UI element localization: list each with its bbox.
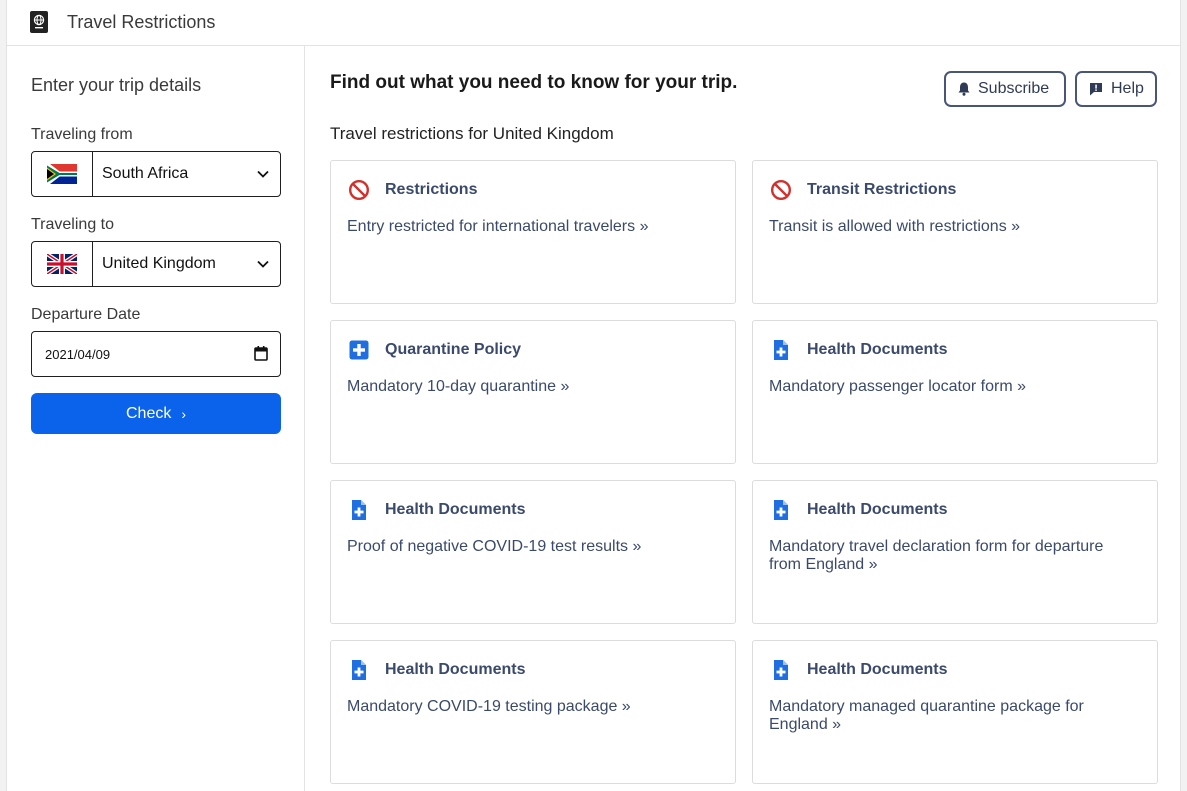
health-document-icon [770, 499, 792, 521]
restriction-card: Health Documents Mandatory COVID-19 testi… [330, 640, 736, 784]
health-document-icon [348, 499, 370, 521]
passport-icon [30, 11, 48, 33]
traveling-from-label: Traveling from [31, 126, 133, 143]
sidebar-heading: Enter your trip details [31, 75, 202, 95]
card-details-link[interactable]: Mandatory managed quarantine package for… [769, 698, 1139, 734]
card-title: Restrictions [385, 181, 478, 198]
restriction-card: Restrictions Entry restricted for interna… [330, 160, 736, 304]
traveling-from-value: South Africa [102, 165, 189, 182]
page-title: Find out what you need to know for your … [330, 72, 738, 93]
check-button[interactable]: Check › [31, 393, 281, 434]
restriction-card: Health Documents Mandatory travel declara… [752, 480, 1158, 624]
restriction-card: Health Documents Mandatory passenger loca… [752, 320, 1158, 464]
departure-date-input[interactable]: 2021/04/09 [31, 331, 281, 377]
medical-plus-icon [348, 339, 370, 361]
no-entry-icon [348, 179, 370, 201]
health-document-icon [348, 659, 370, 681]
traveling-to-label: Traveling to [31, 216, 114, 233]
card-title: Health Documents [807, 341, 948, 358]
health-document-icon [770, 659, 792, 681]
card-title: Health Documents [385, 501, 526, 518]
results-subtitle: Travel restrictions for United Kingdom [330, 124, 614, 143]
card-details-link[interactable]: Mandatory passenger locator form » [769, 378, 1139, 396]
subscribe-label: Subscribe [978, 80, 1050, 97]
chevron-right-icon: › [181, 405, 187, 422]
restriction-card: Transit Restrictions Transit is allowed w… [752, 160, 1158, 304]
card-details-link[interactable]: Transit is allowed with restrictions » [769, 218, 1139, 236]
card-details-link[interactable]: Mandatory 10-day quarantine » [347, 378, 717, 396]
card-details-link[interactable]: Mandatory COVID-19 testing package » [347, 698, 717, 716]
uk-flag-icon [32, 242, 93, 286]
restriction-card: Health Documents Mandatory managed quaran… [752, 640, 1158, 784]
departure-date-label: Departure Date [31, 306, 141, 323]
results-panel: Find out what you need to know for your … [306, 46, 1182, 791]
health-document-icon [770, 339, 792, 361]
card-title: Health Documents [385, 661, 526, 678]
subscribe-button[interactable]: Subscribe [944, 71, 1066, 107]
traveling-to-select[interactable]: United Kingdom [31, 241, 281, 287]
restriction-card: Quarantine Policy Mandatory 10-day quaran… [330, 320, 736, 464]
bell-icon [958, 82, 970, 96]
app-window: Travel Restrictions Enter your trip deta… [6, 0, 1181, 791]
card-details-link[interactable]: Proof of negative COVID-19 test results … [347, 538, 717, 556]
check-button-label: Check [125, 404, 172, 422]
restriction-card: Health Documents Proof of negative COVID-… [330, 480, 736, 624]
traveling-from-select[interactable]: South Africa [31, 151, 281, 197]
traveling-to-value: United Kingdom [102, 255, 216, 272]
app-title: Travel Restrictions [67, 12, 216, 32]
chevron-down-icon [257, 170, 269, 178]
card-title: Health Documents [807, 661, 948, 678]
card-title: Quarantine Policy [385, 341, 522, 358]
help-label: Help [1111, 80, 1144, 97]
help-message-icon [1090, 83, 1102, 96]
chevron-down-icon [257, 260, 269, 268]
south-africa-flag-icon [32, 152, 93, 196]
help-button[interactable]: Help [1075, 71, 1157, 107]
card-details-link[interactable]: Mandatory travel declaration form for de… [769, 538, 1139, 574]
calendar-icon[interactable] [254, 346, 268, 361]
card-details-link[interactable]: Entry restricted for international trave… [347, 218, 717, 236]
no-entry-icon [770, 179, 792, 201]
top-bar: Travel Restrictions [7, 0, 1180, 46]
card-title: Transit Restrictions [807, 181, 957, 198]
trip-details-sidebar: Enter your trip details Traveling from S… [7, 46, 305, 791]
card-title: Health Documents [807, 501, 948, 518]
departure-date-value: 2021/04/09 [45, 346, 111, 362]
